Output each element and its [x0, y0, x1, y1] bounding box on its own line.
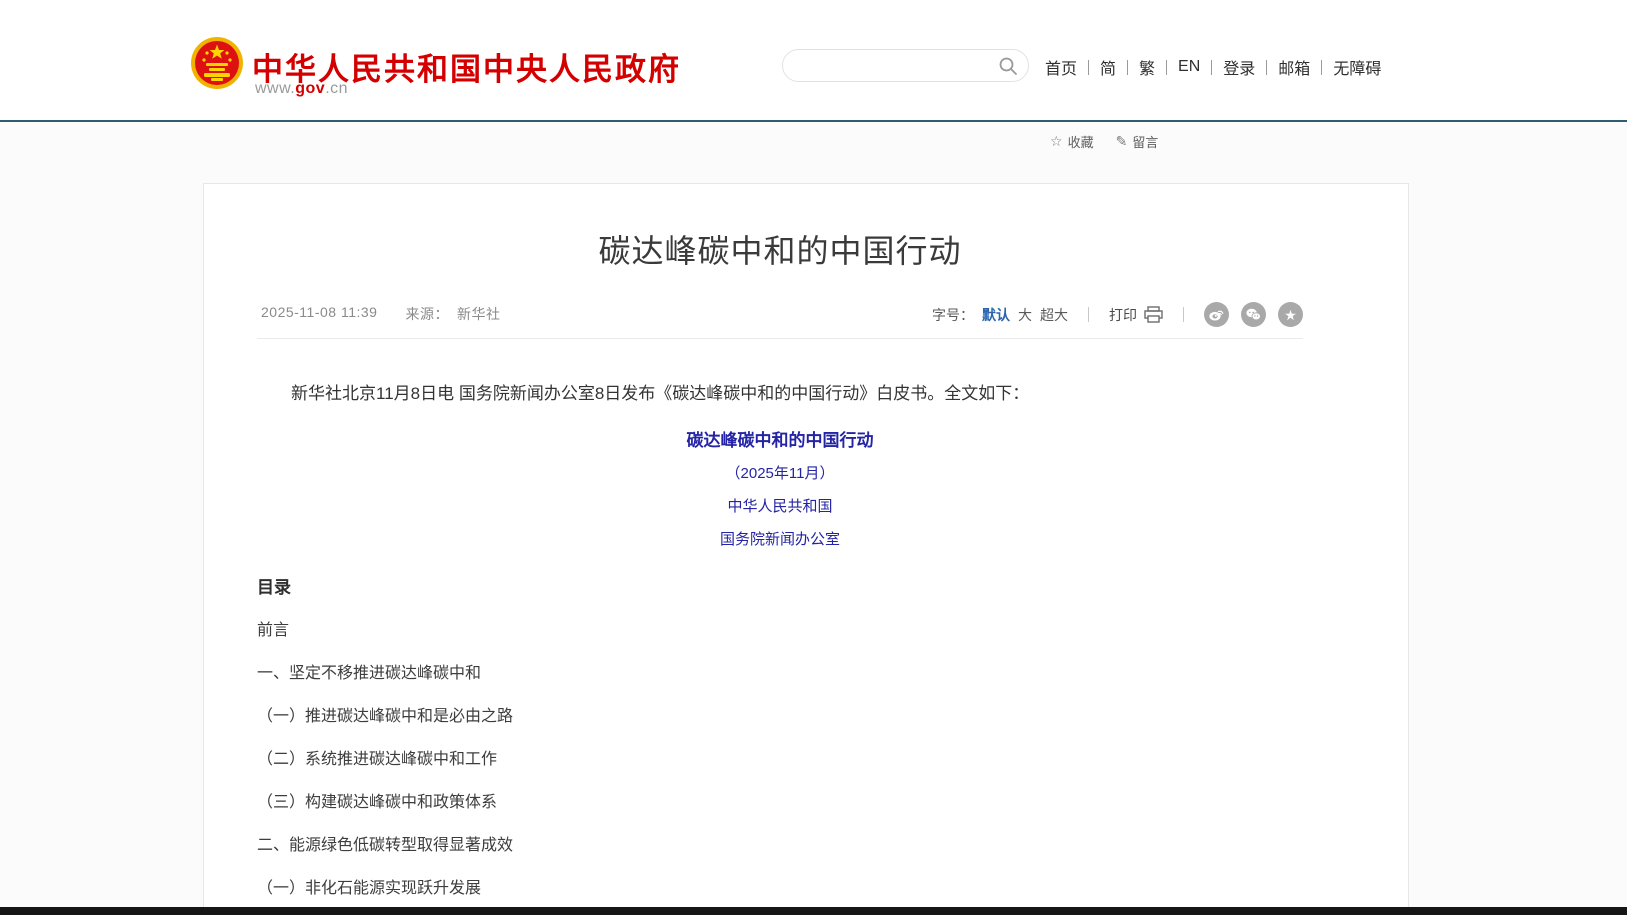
toc-item-section2-1: （一）非化石能源实现跃升发展 [257, 879, 1303, 899]
nav-divider [1321, 60, 1322, 75]
weibo-icon[interactable] [1204, 302, 1229, 327]
nav-divider [1266, 60, 1267, 75]
favorite-label: 收藏 [1068, 132, 1094, 151]
toolbar-divider [1088, 307, 1089, 322]
bottom-edge-bar [0, 907, 1627, 915]
nav-traditional[interactable]: 繁 [1139, 55, 1155, 79]
toc-item-section1-3: （三）构建碳达峰碳中和政策体系 [257, 793, 1303, 813]
nav-divider [1088, 60, 1089, 75]
nav-divider [1211, 60, 1212, 75]
article-content: 碳达峰碳中和的中国行动 2025-11-08 11:39 来源： 新华社 字号：… [257, 184, 1303, 899]
search-icon[interactable] [998, 56, 1018, 76]
toc-item-section2: 二、能源绿色低碳转型取得显著成效 [257, 836, 1303, 856]
article-datetime: 2025-11-08 11:39 [261, 304, 377, 324]
nav-login[interactable]: 登录 [1223, 55, 1255, 79]
source-value[interactable]: 新华社 [457, 304, 501, 324]
toc-heading: 目录 [257, 573, 1303, 598]
whitepaper-title: 碳达峰碳中和的中国行动 [257, 426, 1303, 451]
nav-divider [1127, 60, 1128, 75]
share-icons: ★ [1204, 302, 1303, 327]
site-url-suffix: .cn [325, 80, 348, 97]
site-url: www.gov.cn [255, 80, 348, 98]
font-size-label: 字号： [932, 305, 974, 325]
print-label: 打印 [1109, 305, 1137, 325]
toc-item-preface: 前言 [257, 621, 1303, 641]
page-actions: ☆ 收藏 ✎ 留言 [1050, 132, 1158, 151]
whitepaper-issuer-office: 国务院新闻办公室 [257, 528, 1303, 549]
source-label: 来源： [405, 304, 449, 324]
nav-english[interactable]: EN [1178, 58, 1200, 76]
star-share-icon[interactable]: ★ [1278, 302, 1303, 327]
star-outline-icon: ☆ [1050, 133, 1063, 150]
search-box[interactable] [782, 49, 1029, 82]
article-meta: 2025-11-08 11:39 来源： 新华社 [261, 304, 500, 324]
toc-item-section1-2: （二）系统推进碳达峰碳中和工作 [257, 750, 1303, 770]
article-title: 碳达峰碳中和的中国行动 [257, 226, 1303, 272]
top-nav: 首页 简 繁 EN 登录 邮箱 无障碍 [1045, 55, 1381, 79]
message-label: 留言 [1132, 132, 1158, 151]
message-button[interactable]: ✎ 留言 [1116, 132, 1159, 151]
printer-icon [1144, 306, 1163, 323]
article-tools: 字号： 默认 大 超大 打印 [932, 302, 1303, 327]
search-input[interactable] [799, 50, 994, 81]
font-size-default[interactable]: 默认 [982, 305, 1010, 325]
toc-item-section1-1: （一）推进碳达峰碳中和是必由之路 [257, 707, 1303, 727]
wechat-icon[interactable] [1241, 302, 1266, 327]
toolbar-divider [1183, 307, 1184, 322]
nav-simplified[interactable]: 简 [1100, 55, 1116, 79]
font-size-large[interactable]: 大 [1018, 305, 1032, 325]
article-intro: 新华社北京11月8日电 国务院新闻办公室8日发布《碳达峰碳中和的中国行动》白皮书… [257, 381, 1303, 407]
national-emblem-logo [190, 36, 244, 90]
nav-divider [1166, 60, 1167, 75]
article-card: 碳达峰碳中和的中国行动 2025-11-08 11:39 来源： 新华社 字号：… [203, 183, 1409, 915]
whitepaper-date: （2025年11月） [257, 462, 1303, 483]
font-size-xlarge[interactable]: 超大 [1040, 305, 1068, 325]
article-meta-row: 2025-11-08 11:39 来源： 新华社 字号： 默认 大 超大 打印 [257, 302, 1303, 339]
toc-item-section1: 一、坚定不移推进碳达峰碳中和 [257, 664, 1303, 684]
nav-mail[interactable]: 邮箱 [1278, 55, 1310, 79]
site-url-gov: gov [295, 80, 325, 97]
site-url-prefix: www. [255, 80, 295, 97]
favorite-button[interactable]: ☆ 收藏 [1050, 132, 1094, 151]
nav-accessibility[interactable]: 无障碍 [1333, 55, 1381, 79]
star-glyph: ★ [1284, 308, 1297, 322]
nav-home[interactable]: 首页 [1045, 55, 1077, 79]
whitepaper-issuer-country: 中华人民共和国 [257, 495, 1303, 516]
print-button[interactable]: 打印 [1109, 305, 1163, 325]
site-header: 中华人民共和国中央人民政府 www.gov.cn 首页 简 繁 EN 登录 邮箱… [0, 0, 1627, 122]
pencil-icon: ✎ [1116, 133, 1128, 150]
